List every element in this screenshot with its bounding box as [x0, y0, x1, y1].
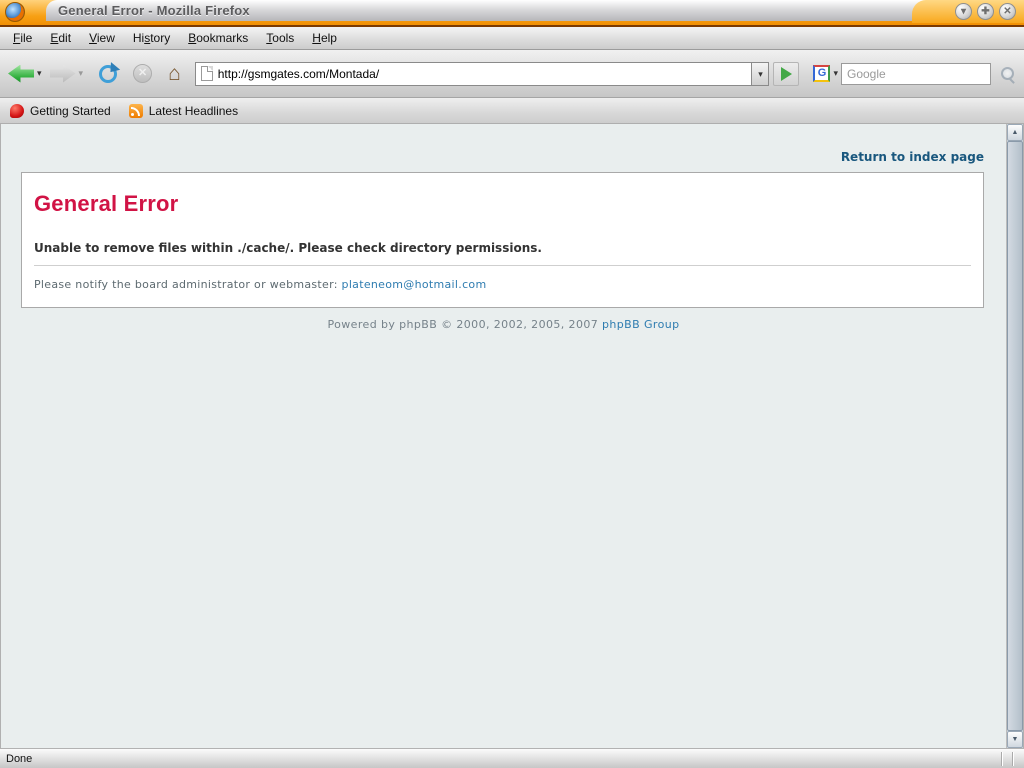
search-bar: G ▾: [813, 63, 1016, 85]
phpbb-group-link[interactable]: phpBB Group: [602, 318, 679, 331]
reload-icon: [99, 65, 117, 83]
bookmark-label: Getting Started: [30, 104, 111, 118]
close-icon[interactable]: ✕: [999, 3, 1016, 20]
stop-button[interactable]: ✕: [133, 64, 152, 83]
home-icon: ⌂: [168, 65, 181, 83]
status-text: Done: [6, 753, 32, 765]
menu-tools[interactable]: Tools: [258, 28, 302, 48]
rss-feed-icon: [129, 104, 143, 118]
window-controls: ▾ ✚ ✕: [912, 0, 1024, 23]
vertical-scrollbar[interactable]: ▲ ▼: [1006, 124, 1023, 748]
bookmark-getting-started[interactable]: Getting Started: [10, 104, 111, 118]
bookmark-latest-headlines[interactable]: Latest Headlines: [129, 104, 238, 118]
browser-window: General Error - Mozilla Firefox ▾ ✚ ✕ Fi…: [0, 0, 1024, 768]
menu-help[interactable]: Help: [304, 28, 345, 48]
error-panel: General Error Unable to remove files wit…: [21, 172, 984, 308]
firefox-logo-icon: [5, 2, 25, 22]
notify-text: Please notify the board administrator or…: [34, 278, 342, 291]
menu-bookmarks[interactable]: Bookmarks: [180, 28, 256, 48]
scrollbar-thumb[interactable]: [1007, 141, 1023, 731]
forward-arrow-icon: [50, 65, 76, 83]
footer-text: Powered by phpBB © 2000, 2002, 2005, 200…: [328, 318, 603, 331]
menu-file[interactable]: File: [5, 28, 40, 48]
search-magnifier-icon[interactable]: [1000, 66, 1016, 82]
menu-edit[interactable]: Edit: [42, 28, 79, 48]
scroll-down-arrow-icon[interactable]: ▼: [1007, 731, 1023, 748]
notify-line: Please notify the board administrator or…: [34, 278, 971, 291]
web-page: Return to index page General Error Unabl…: [1, 124, 1006, 748]
url-history-dropdown-button[interactable]: ▾: [751, 62, 769, 86]
error-page-title: General Error: [34, 191, 971, 217]
status-separator: [1012, 752, 1013, 766]
webmaster-email-link[interactable]: plateneom@hotmail.com: [342, 278, 487, 291]
title-bar-accent-line: [0, 25, 1024, 27]
title-bar: General Error - Mozilla Firefox ▾ ✚ ✕: [0, 0, 1024, 27]
divider: [34, 265, 971, 266]
site-favicon-page-icon: [201, 66, 213, 81]
go-button[interactable]: [773, 62, 799, 86]
search-engine-dropdown-caret-icon[interactable]: ▾: [833, 68, 838, 79]
phpbb-footer: Powered by phpBB © 2000, 2002, 2005, 200…: [1, 318, 1006, 331]
navigation-toolbar: ▾ ▾ ✕ ⌂ ▾ G ▾: [0, 50, 1024, 98]
status-separator: [1001, 752, 1002, 766]
maximize-icon[interactable]: ✚: [977, 3, 994, 20]
getting-started-icon: [10, 104, 24, 118]
window-title: General Error - Mozilla Firefox: [58, 3, 250, 18]
forward-dropdown-caret-icon[interactable]: ▾: [79, 68, 84, 79]
menu-view[interactable]: View: [81, 28, 123, 48]
forward-button[interactable]: ▾: [50, 65, 84, 83]
back-button[interactable]: ▾: [8, 65, 42, 83]
status-bar: Done: [0, 748, 1024, 768]
back-arrow-icon: [8, 65, 34, 83]
minimize-icon[interactable]: ▾: [955, 3, 972, 20]
scroll-up-arrow-icon[interactable]: ▲: [1007, 124, 1023, 141]
google-engine-icon[interactable]: G: [813, 65, 830, 82]
url-field[interactable]: [195, 62, 752, 86]
back-dropdown-caret-icon[interactable]: ▾: [37, 68, 42, 79]
reload-button[interactable]: [99, 65, 117, 83]
go-triangle-icon: [781, 67, 792, 81]
stop-x-icon: ✕: [133, 64, 152, 83]
url-input[interactable]: [218, 67, 747, 81]
error-message: Unable to remove files within ./cache/. …: [34, 241, 971, 255]
search-input[interactable]: [841, 63, 991, 85]
home-button[interactable]: ⌂: [168, 65, 181, 83]
bookmark-label: Latest Headlines: [149, 104, 238, 118]
menu-bar: File Edit View History Bookmarks Tools H…: [0, 27, 1024, 50]
menu-history[interactable]: History: [125, 28, 178, 48]
location-bar: ▾: [195, 62, 800, 86]
content-area: Return to index page General Error Unabl…: [0, 124, 1024, 748]
return-to-index-link[interactable]: Return to index page: [21, 150, 984, 164]
bookmarks-toolbar: Getting Started Latest Headlines: [0, 98, 1024, 124]
